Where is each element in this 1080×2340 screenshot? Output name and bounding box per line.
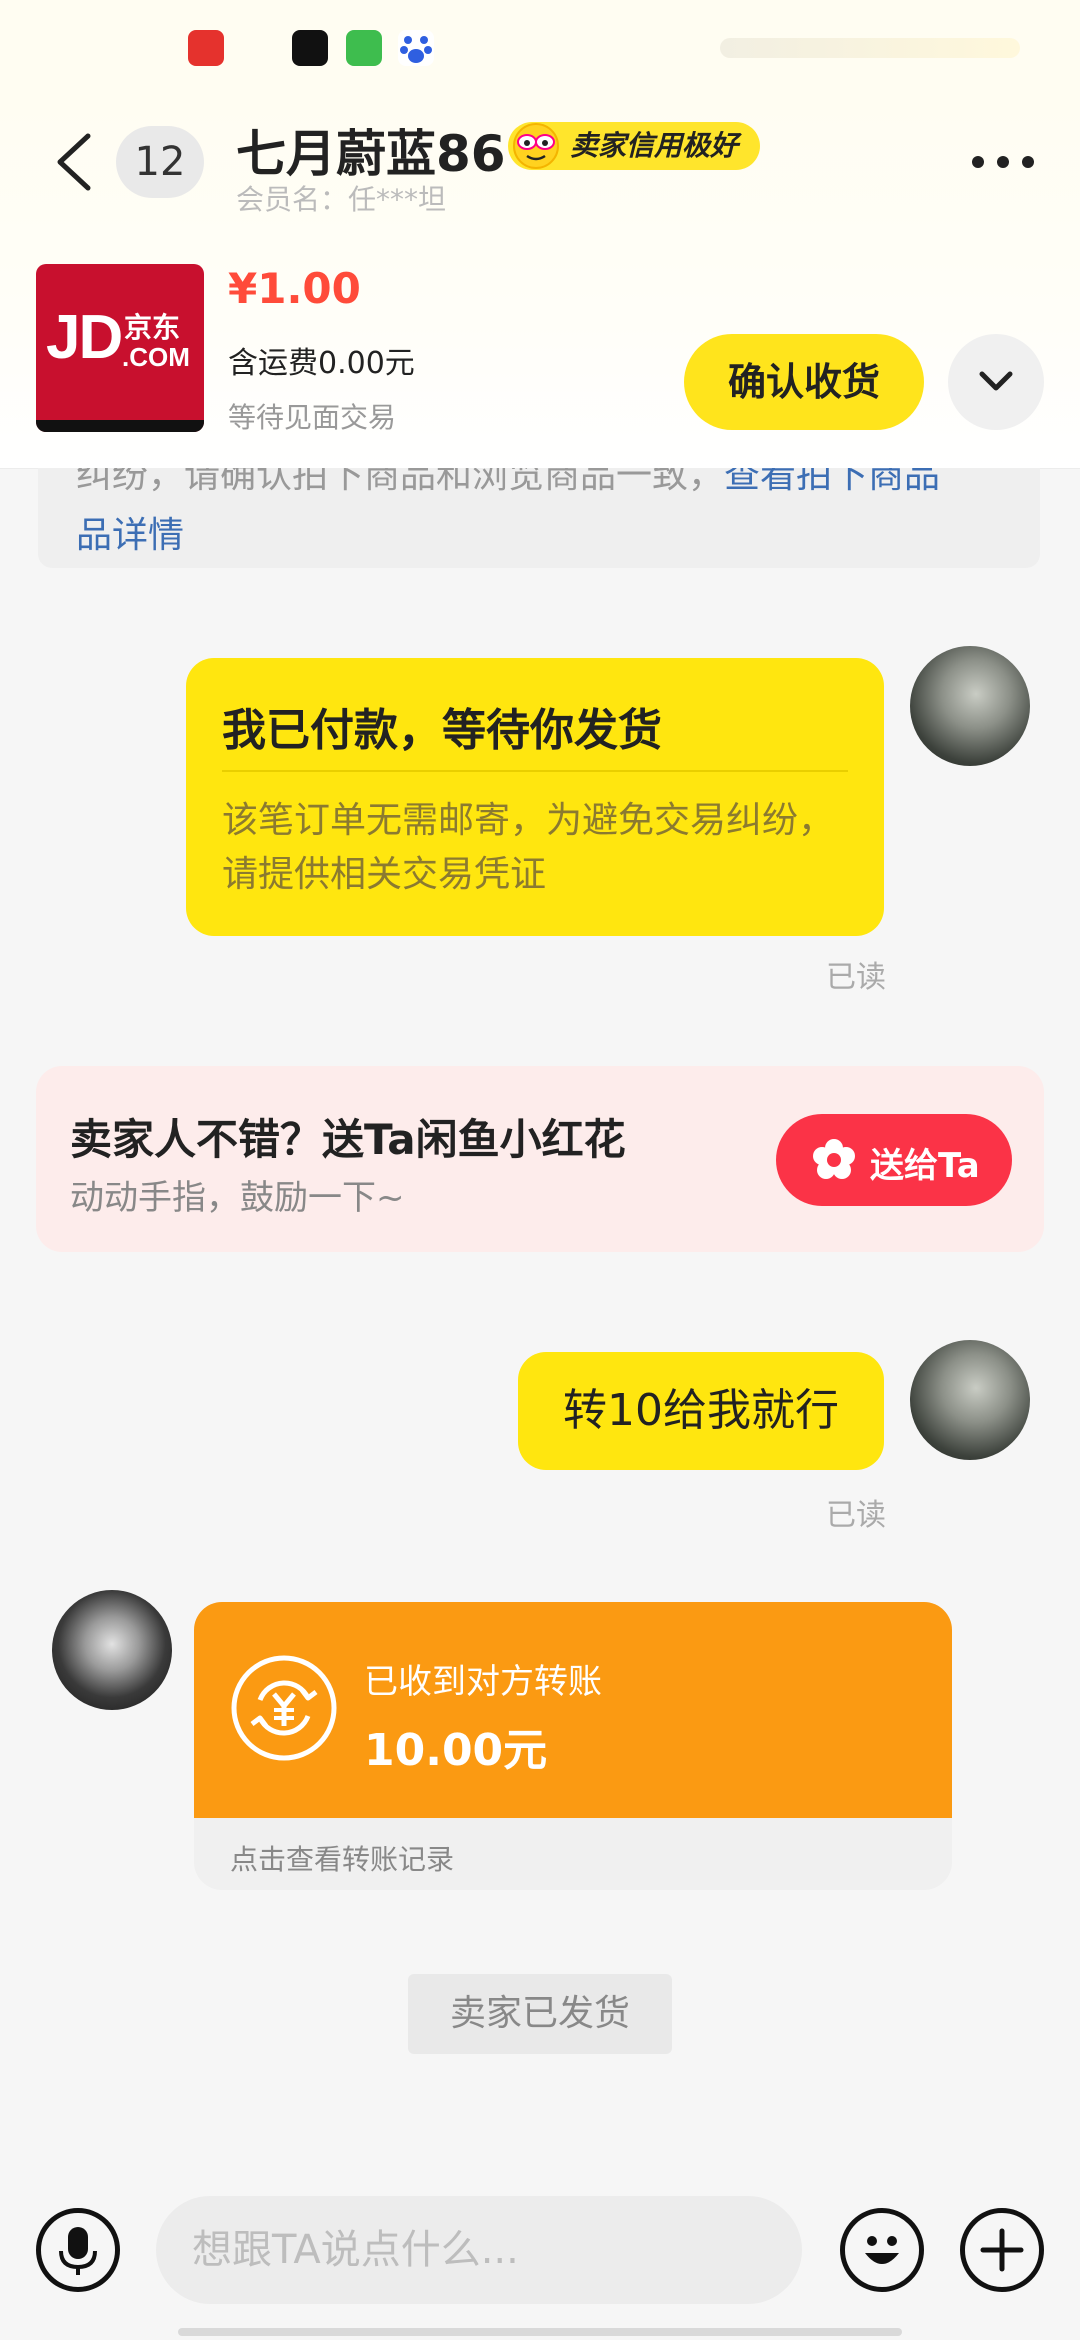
read-status: 已读: [826, 1498, 886, 1533]
voice-button[interactable]: [36, 2208, 120, 2292]
payment-status-bubble[interactable]: 我已付款，等待你发货 该笔订单无需邮寄，为避免交易纠纷，请提供相关交易凭证: [186, 658, 884, 936]
seller-name[interactable]: 七月蔚蓝86: [236, 114, 506, 186]
notice-text: 纠纷，请确认拍下商品和浏览商品一致，查看拍下商品: [76, 468, 940, 498]
my-avatar[interactable]: [910, 1340, 1030, 1460]
order-status: 等待见面交易: [228, 401, 397, 434]
notice-text-line: 纠纷，请确认拍下商品和浏览商品一致，: [76, 468, 725, 496]
transfer-amount: 10.00元: [364, 1725, 548, 1776]
baidu-icon: [398, 30, 434, 66]
chevron-down-icon: [979, 371, 1013, 391]
payment-title: 我已付款，等待你发货: [222, 705, 662, 756]
view-order-item-link[interactable]: 查看拍下商品: [724, 468, 940, 496]
yuan-transfer-icon: [231, 1655, 337, 1761]
credit-badge[interactable]: 卖家信用极好: [508, 122, 761, 170]
logo-bar: [36, 420, 204, 432]
read-status: 已读: [826, 960, 886, 995]
seller-avatar[interactable]: [52, 1590, 172, 1710]
messages-icon: [346, 30, 382, 66]
flower-promo-title: 卖家人不错？送Ta闲鱼小红花: [70, 1115, 626, 1164]
system-message: 卖家已发货: [408, 1974, 672, 2054]
flower-icon: [813, 1139, 855, 1179]
status-indicators: [720, 38, 1020, 58]
add-button[interactable]: [960, 2208, 1044, 2292]
divider: [222, 770, 848, 772]
logo-text-com: .COM: [122, 342, 190, 372]
input-bar: [0, 2170, 1080, 2340]
tiktok-icon: [292, 30, 328, 66]
flower-promo-card: 卖家人不错？送Ta闲鱼小红花 动动手指，鼓励一下~ 送给Ta: [36, 1066, 1044, 1252]
confirm-receipt-button[interactable]: 确认收货: [684, 334, 924, 430]
transfer-card-body: 已收到对方转账 10.00元: [194, 1602, 952, 1818]
view-transfer-record-link[interactable]: 点击查看转账记录: [230, 1838, 454, 1878]
order-price: ¥1.00: [228, 264, 361, 313]
home-indicator: [178, 2328, 902, 2336]
product-image[interactable]: JD 京东 .COM: [36, 264, 204, 432]
chat-header: 12 七月蔚蓝86 卖家信用极好 会员名：任***坦 JD 京东 .COM ¥1…: [0, 96, 1080, 469]
transfer-card[interactable]: 已收到对方转账 10.00元 点击查看转账记录: [194, 1602, 952, 1890]
plus-icon: [980, 2228, 1024, 2272]
text-message-bubble[interactable]: 转10给我就行: [518, 1352, 884, 1470]
expand-order-button[interactable]: [948, 334, 1044, 430]
send-flower-button[interactable]: 送给Ta: [776, 1114, 1012, 1206]
message-input[interactable]: [156, 2196, 802, 2304]
credit-badge-label: 卖家信用极好: [570, 129, 739, 162]
logo-text: JD: [46, 303, 123, 372]
emoji-smile-icon: [865, 2236, 899, 2264]
microphone-icon: [59, 2227, 97, 2275]
shipping-fee: 含运费0.00元: [228, 346, 415, 381]
send-flower-label: 送给Ta: [870, 1146, 980, 1186]
logo-text-cn: 京东: [124, 311, 181, 344]
smiley-sunglasses-icon: [513, 123, 559, 169]
unread-count-badge[interactable]: 12: [116, 126, 204, 198]
my-avatar[interactable]: [910, 646, 1030, 766]
member-name: 会员名：任***坦: [236, 183, 447, 216]
more-icon[interactable]: [968, 144, 1038, 180]
view-order-item-link-cont[interactable]: 品详情: [76, 506, 184, 558]
trade-notice-card: 纠纷，请确认拍下商品和浏览商品一致，查看拍下商品 品详情: [38, 468, 1040, 568]
back-icon[interactable]: [52, 132, 96, 192]
payment-description: 该笔订单无需邮寄，为避免交易纠纷，请提供相关交易凭证: [222, 800, 835, 895]
status-bar: [0, 0, 1080, 96]
transfer-label: 已收到对方转账: [364, 1662, 602, 1702]
app-notification-icon: [188, 30, 224, 66]
flower-promo-subtitle: 动动手指，鼓励一下~: [70, 1178, 405, 1218]
emoji-button[interactable]: [840, 2208, 924, 2292]
